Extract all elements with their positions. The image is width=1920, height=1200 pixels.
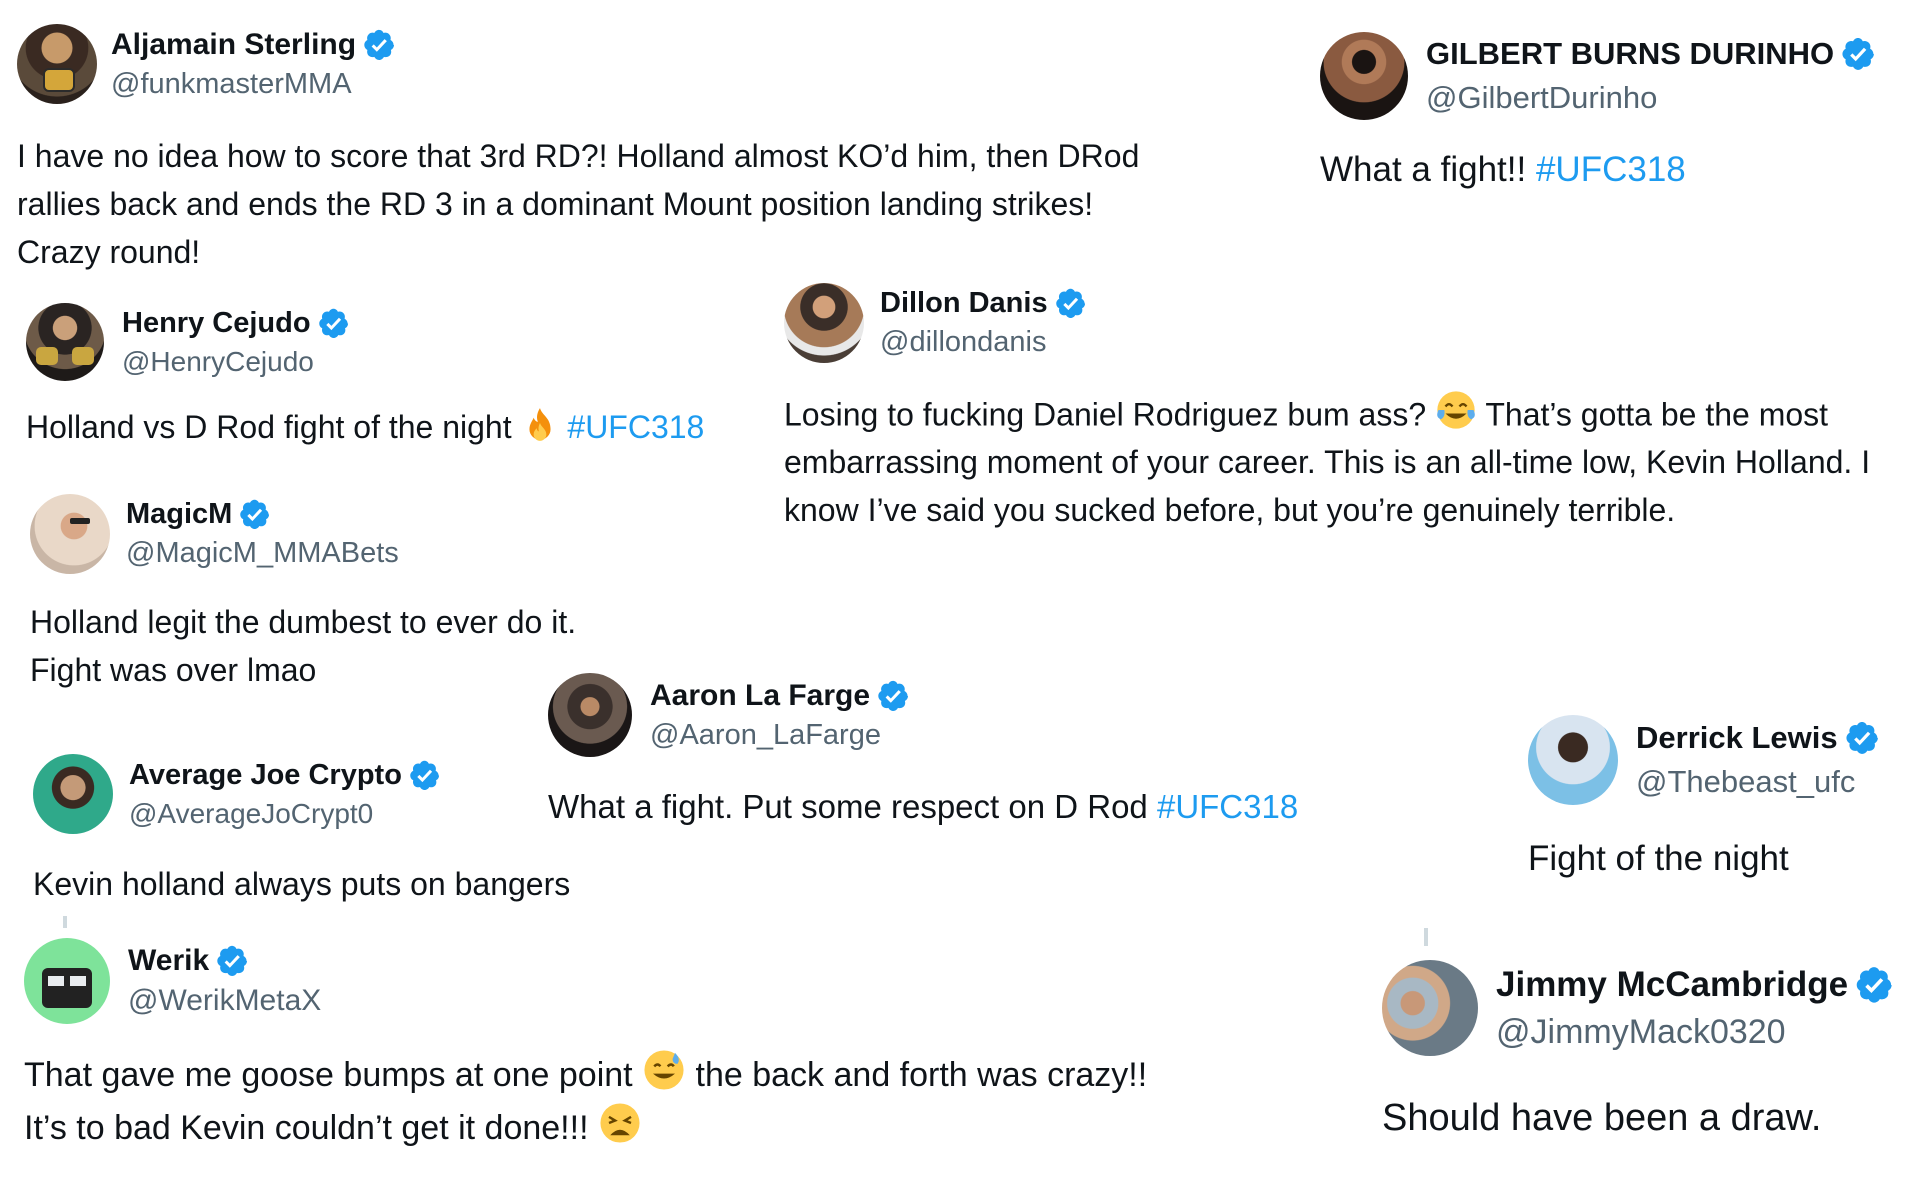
tweet-gilbert-burns: GILBERT BURNS DURINHO @GilbertDurinho Wh…: [1320, 32, 1910, 194]
tweet-derrick-lewis: Derrick Lewis @Thebeast_ufc Fight of the…: [1528, 715, 1908, 883]
tweet-text: That gave me goose bumps at one point th…: [24, 1048, 1174, 1154]
thread-connector-line: [63, 916, 67, 928]
tweet-aljamain-sterling: Aljamain Sterling @funkmasterMMA I have …: [17, 24, 1157, 276]
tweet-text: Should have been a draw.: [1382, 1097, 1822, 1139]
avatar[interactable]: [30, 494, 110, 574]
tweet-header: Jimmy McCambridge @JimmyMack0320: [1382, 960, 1912, 1056]
user-handle[interactable]: @WerikMetaX: [128, 984, 321, 1018]
tweet-magicm: MagicM @MagicM_MMABets Holland legit the…: [30, 494, 750, 694]
tweet-header: MagicM @MagicM_MMABets: [30, 494, 750, 574]
tweet-header: Average Joe Crypto @AverageJoCrypt0: [33, 754, 713, 834]
tweet-text: What a fight!! #UFC318: [1320, 146, 1910, 194]
avatar[interactable]: [17, 24, 97, 104]
avatar[interactable]: [1320, 32, 1408, 120]
verified-badge-icon: [1844, 720, 1880, 756]
tweet-header: Aaron La Farge @Aaron_LaFarge: [548, 673, 1408, 757]
tweet-header: GILBERT BURNS DURINHO @GilbertDurinho: [1320, 32, 1910, 120]
verified-badge-icon: [1854, 965, 1894, 1005]
fire-emoji-icon: [528, 407, 551, 441]
display-name[interactable]: Werik: [128, 944, 209, 978]
user-handle[interactable]: @dillondanis: [880, 326, 1087, 359]
tweet-text-content: Holland vs D Rod fight of the night: [26, 409, 512, 445]
tweet-text-content: What a fight!!: [1320, 150, 1527, 189]
user-handle[interactable]: @HenryCejudo: [122, 346, 350, 378]
verified-badge-icon: [317, 307, 350, 340]
tweet-text: I have no idea how to score that 3rd RD?…: [17, 138, 1140, 270]
tweet-werik: Werik @WerikMetaX That gave me goose bum…: [24, 938, 1174, 1154]
tweet-header: Derrick Lewis @Thebeast_ufc: [1528, 715, 1908, 805]
verified-badge-icon: [1054, 287, 1087, 320]
weary-face-emoji-icon: [600, 1103, 640, 1143]
display-name[interactable]: Aljamain Sterling: [111, 28, 356, 62]
avatar[interactable]: [24, 938, 110, 1024]
tweet-text: Holland vs D Rod fight of the night #UFC…: [26, 403, 746, 451]
user-handle[interactable]: @MagicM_MMABets: [126, 537, 399, 570]
avatar[interactable]: [784, 283, 864, 363]
tweet-text: Kevin holland always puts on bangers: [33, 866, 571, 902]
tweet-jimmy-mccambridge: Jimmy McCambridge @JimmyMack0320 Should …: [1382, 960, 1912, 1144]
tweet-text-content: Losing to fucking Daniel Rodriguez bum a…: [784, 396, 1427, 433]
avatar[interactable]: [26, 303, 104, 381]
user-handle[interactable]: @JimmyMack0320: [1496, 1013, 1894, 1052]
verified-badge-icon: [362, 28, 396, 62]
verified-badge-icon: [215, 944, 249, 978]
user-handle[interactable]: @Thebeast_ufc: [1636, 764, 1880, 800]
display-name[interactable]: Jimmy McCambridge: [1496, 965, 1848, 1005]
avatar[interactable]: [548, 673, 632, 757]
avatar[interactable]: [33, 754, 113, 834]
user-handle[interactable]: @funkmasterMMA: [111, 68, 396, 101]
tweet-text: Losing to fucking Daniel Rodriguez bum a…: [784, 389, 1914, 534]
grinning-sweat-emoji-icon: [644, 1050, 684, 1090]
tweet-text-line-1: Holland legit the dumbest to ever do it.: [30, 604, 577, 640]
display-name[interactable]: GILBERT BURNS DURINHO: [1426, 36, 1834, 72]
verified-badge-icon: [1840, 36, 1876, 72]
display-name[interactable]: MagicM: [126, 498, 232, 531]
tweet-text-content: That gave me goose bumps at one point: [24, 1055, 633, 1094]
tweet-header: Aljamain Sterling @funkmasterMMA: [17, 24, 1157, 104]
display-name[interactable]: Dillon Danis: [880, 287, 1048, 320]
user-handle[interactable]: @AverageJoCrypt0: [129, 798, 441, 830]
hashtag-link[interactable]: #UFC318: [567, 409, 704, 445]
tweet-header: Henry Cejudo @HenryCejudo: [26, 303, 746, 381]
user-handle[interactable]: @Aaron_LaFarge: [650, 719, 910, 752]
tweet-dillon-danis: Dillon Danis @dillondanis Losing to fuck…: [784, 283, 1914, 534]
thread-connector-line: [1424, 928, 1428, 946]
tweet-average-joe-crypto: Average Joe Crypto @AverageJoCrypt0 Kevi…: [33, 754, 713, 908]
verified-badge-icon: [408, 759, 441, 792]
tears-of-joy-emoji-icon: [1437, 391, 1475, 429]
display-name[interactable]: Henry Cejudo: [122, 307, 311, 340]
hashtag-link[interactable]: #UFC318: [1536, 150, 1686, 189]
display-name[interactable]: Average Joe Crypto: [129, 759, 402, 792]
display-name[interactable]: Derrick Lewis: [1636, 720, 1838, 756]
display-name[interactable]: Aaron La Farge: [650, 679, 870, 713]
verified-badge-icon: [238, 498, 271, 531]
user-handle[interactable]: @GilbertDurinho: [1426, 80, 1876, 116]
tweet-henry-cejudo: Henry Cejudo @HenryCejudo Holland vs D R…: [26, 303, 746, 451]
tweet-text: Fight of the night: [1528, 839, 1789, 878]
verified-badge-icon: [876, 679, 910, 713]
avatar[interactable]: [1382, 960, 1478, 1056]
tweet-header: Dillon Danis @dillondanis: [784, 283, 1914, 363]
hashtag-link[interactable]: #UFC318: [1157, 788, 1298, 825]
tweet-header: Werik @WerikMetaX: [24, 938, 1174, 1024]
avatar[interactable]: [1528, 715, 1618, 805]
